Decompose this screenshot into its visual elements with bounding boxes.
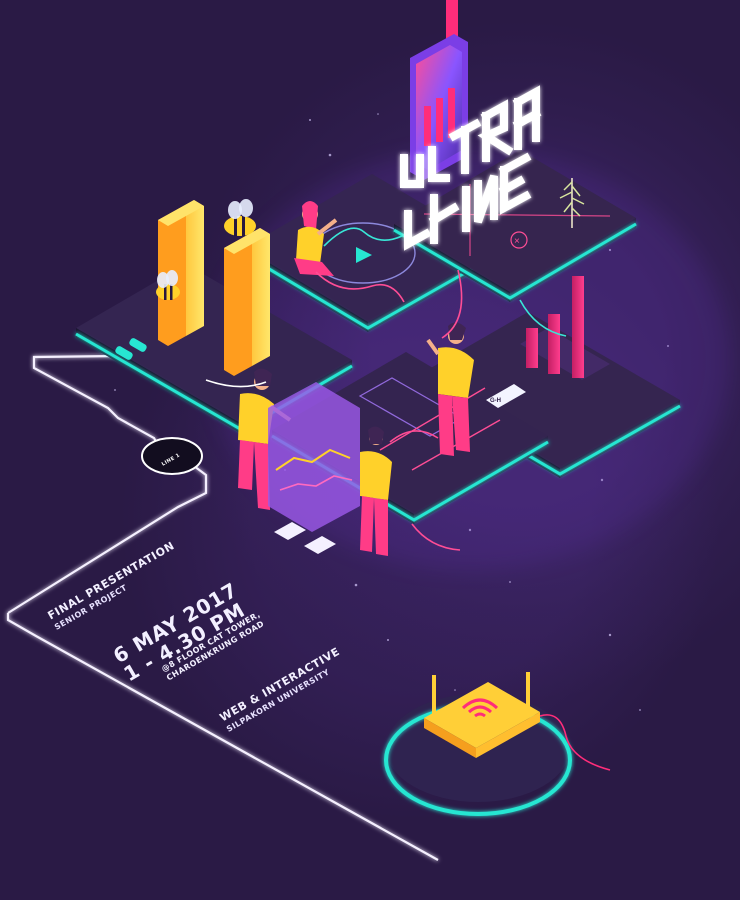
- svg-text:G-H: G-H: [490, 398, 501, 404]
- phone-icon: [410, 0, 468, 180]
- route-line-lower: [6, 613, 439, 861]
- poster-illustration: × G-H: [6, 0, 730, 861]
- event-poster: × G-H LINE 1 FINAL PRESENTATION SENIOR P…: [0, 0, 740, 900]
- holographic-display: [268, 382, 360, 532]
- router-island: [384, 672, 611, 816]
- svg-text:×: ×: [514, 236, 520, 247]
